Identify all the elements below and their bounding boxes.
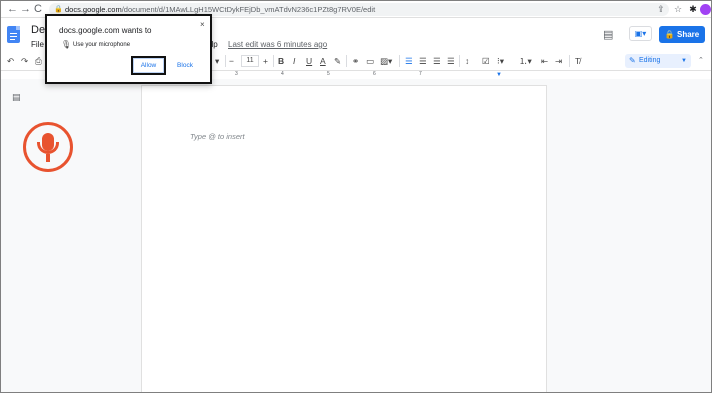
add-comment-icon[interactable]: ▭ [366, 55, 374, 67]
decrease-font-size-button[interactable]: − [229, 55, 234, 67]
clear-formatting-icon[interactable]: T̸ [575, 55, 580, 67]
toolbar-divider [273, 55, 274, 67]
ruler-tick: 4 [281, 71, 284, 77]
toolbar-divider [459, 55, 460, 67]
undo-icon[interactable]: ↶ [7, 55, 14, 67]
bulleted-list-icon[interactable]: ⁝▾ [497, 55, 504, 67]
chevron-up-icon[interactable]: ⌃ [698, 56, 704, 64]
allow-button[interactable]: Allow [131, 56, 166, 75]
url-host: docs.google.com [65, 5, 122, 14]
toolbar-divider [399, 55, 400, 67]
docs-logo-icon[interactable] [7, 26, 20, 43]
align-right-icon[interactable]: ☰ [433, 55, 441, 67]
align-center-icon[interactable]: ☰ [419, 55, 427, 67]
decrease-indent-icon[interactable]: ⇤ [541, 55, 548, 67]
toolbar-divider [569, 55, 570, 67]
numbered-list-icon[interactable]: ⒈▾ [519, 55, 532, 67]
document-placeholder[interactable]: Type @ to insert [190, 132, 245, 141]
block-button[interactable]: Block [171, 59, 199, 72]
mic-icon [23, 122, 73, 172]
share-button[interactable]: 🔒 Share [659, 26, 705, 43]
back-button[interactable]: ← [7, 3, 18, 15]
chevron-down-icon: ▼ [681, 58, 687, 64]
bold-button[interactable]: B [278, 55, 284, 67]
ruler-tick: 7 [419, 71, 422, 77]
editing-mode-dropdown[interactable]: ✎ Editing ▼ [625, 54, 691, 68]
increase-indent-icon[interactable]: ⇥ [555, 55, 562, 67]
profile-avatar[interactable] [700, 4, 711, 15]
checklist-icon[interactable]: ☑ [482, 55, 490, 67]
font-dropdown-caret-icon[interactable]: ▾ [215, 55, 219, 67]
toolbar-divider [225, 55, 226, 67]
popup-message: Use your microphone [73, 42, 131, 48]
comment-icon[interactable]: ▤ [603, 28, 613, 41]
ruler-tick: 5 [327, 71, 330, 77]
url-path: /document/d/1MAwLLgH15WCtDykFEjDb_vmATdv… [121, 5, 376, 14]
outline-icon[interactable]: ▤ [12, 92, 21, 103]
editing-mode-label: Editing [639, 57, 661, 64]
font-size-input[interactable]: 11 [241, 55, 259, 67]
toolbar-divider [346, 55, 347, 67]
line-spacing-icon[interactable]: ↕ [465, 55, 469, 67]
close-icon[interactable]: × [200, 20, 205, 29]
forward-button[interactable]: → [20, 3, 31, 15]
last-edit-link[interactable]: Last edit was 6 minutes ago [228, 40, 327, 49]
mic-stem-shape [46, 154, 50, 162]
ruler-tick: 3 [235, 71, 238, 77]
right-indent-marker-icon[interactable]: ▼ [496, 72, 502, 78]
link-icon[interactable]: ⚭ [352, 55, 359, 67]
permission-popup: docs.google.com wants to × 🎙 Use your mi… [45, 14, 212, 84]
justify-icon[interactable]: ☰ [447, 55, 455, 67]
align-left-icon[interactable]: ☰ [405, 55, 413, 67]
bookmark-star-icon[interactable]: ☆ [672, 3, 684, 15]
present-to-meeting-button[interactable]: ▣▾ [629, 26, 652, 41]
increase-font-size-button[interactable]: + [263, 55, 268, 67]
microphone-icon: 🎙 [61, 40, 72, 49]
ruler-tick: 6 [373, 71, 376, 77]
redo-icon[interactable]: ↷ [21, 55, 28, 67]
italic-button[interactable]: I [293, 55, 295, 67]
pen-icon: ✎ [629, 56, 636, 65]
insert-image-icon[interactable]: ▨▾ [380, 55, 392, 67]
screen: ← → C 🔒 docs.google.com/document/d/1MAwL… [0, 0, 712, 393]
share-page-icon[interactable]: ⇪ [655, 3, 667, 15]
text-color-button[interactable]: A [320, 55, 326, 67]
extensions-icon[interactable]: ✱ [687, 3, 699, 15]
lock-icon: 🔒 [664, 30, 675, 39]
share-button-label: Share [676, 30, 700, 39]
popup-title: docs.google.com wants to [59, 26, 152, 35]
print-icon[interactable]: ⎙ [35, 55, 42, 67]
mic-cup-shape [37, 142, 59, 154]
underline-button[interactable]: U [306, 55, 312, 67]
reload-button[interactable]: C [34, 3, 42, 15]
highlight-pen-icon[interactable]: ✎ [334, 55, 341, 67]
menu-file[interactable]: File [31, 40, 44, 49]
